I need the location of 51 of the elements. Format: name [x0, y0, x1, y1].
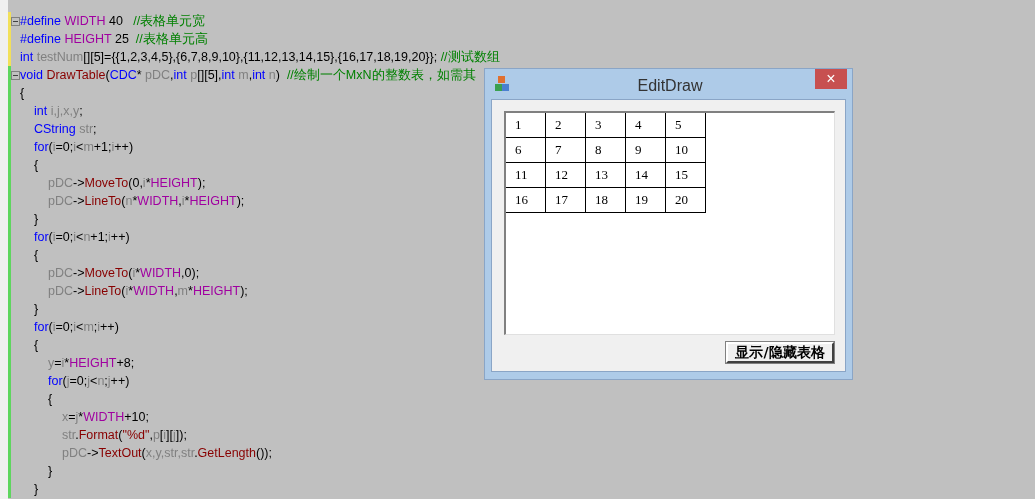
table-cell: 6 — [506, 138, 546, 163]
code-line: str.Format("%d",p[i][j]); — [61, 427, 187, 444]
table-cell: 1 — [506, 113, 546, 138]
code-line: { — [33, 337, 39, 354]
table-cell: 11 — [506, 163, 546, 188]
code-line: } — [47, 463, 53, 480]
code-line: } — [33, 301, 39, 318]
code-line: CString str; — [33, 121, 97, 138]
table-cell: 9 — [626, 138, 666, 163]
toggle-table-button[interactable]: 显示/隐藏表格 — [726, 342, 834, 363]
table-cell: 7 — [546, 138, 586, 163]
close-button[interactable]: × — [815, 69, 847, 89]
table-cell: 19 — [626, 188, 666, 213]
code-line: x=j*WIDTH+10; — [61, 409, 149, 426]
table-cell: 20 — [666, 188, 706, 213]
code-line: } — [33, 211, 39, 228]
table-cell: 18 — [586, 188, 626, 213]
code-line: { — [33, 247, 39, 264]
code-line: for(i=0;i<m;i++) — [33, 319, 119, 336]
code-line: pDC->LineTo(i*WIDTH,m*HEIGHT); — [47, 283, 248, 300]
app-icon — [494, 76, 510, 92]
code-line: pDC->TextOut(x,y,str,str.GetLength()); — [61, 445, 272, 462]
table-cell: 17 — [546, 188, 586, 213]
code-line: void DrawTable(CDC* pDC,int p[][5],int m,int n) //绘制一个MxN的整数表，如需其 — [20, 67, 476, 84]
code-line: int i,j,x,y; — [33, 103, 83, 120]
table-cell: 3 — [586, 113, 626, 138]
code-line: for(j=0;j<n;j++) — [47, 373, 130, 390]
table-cell: 5 — [666, 113, 706, 138]
code-line: int testNum[][5]={{1,2,3,4,5},{6,7,8,9,10},{11,12,13,14,15},{16,17,18,19,20}}; //测试数组 — [20, 49, 500, 66]
table-cell: 10 — [666, 138, 706, 163]
table-cell: 4 — [626, 113, 666, 138]
code-line: #define WIDTH 40 //表格单元宽 — [20, 13, 206, 30]
code-line: { — [20, 85, 25, 102]
code-line: #define HEIGHT 25 //表格单元高 — [20, 31, 208, 48]
table-cell: 16 — [506, 188, 546, 213]
collapse-icon[interactable] — [11, 70, 20, 80]
code-line: for(i=0;i<n+1;i++) — [33, 229, 130, 246]
window-title: EditDraw — [636, 76, 704, 96]
table-cell: 15 — [666, 163, 706, 188]
code-line: pDC->MoveTo(0,i*HEIGHT); — [47, 175, 206, 192]
code-line: { — [33, 157, 39, 174]
table-cell: 2 — [546, 113, 586, 138]
table-cell: 12 — [546, 163, 586, 188]
code-line: } — [33, 481, 39, 498]
code-line: pDC->MoveTo(i*WIDTH,0); — [47, 265, 200, 282]
table-cell: 8 — [586, 138, 626, 163]
code-line: y=i*HEIGHT+8; — [47, 355, 135, 372]
table-cell: 14 — [626, 163, 666, 188]
collapse-icon[interactable] — [11, 16, 20, 26]
table-cell: 13 — [586, 163, 626, 188]
code-line: { — [47, 391, 53, 408]
